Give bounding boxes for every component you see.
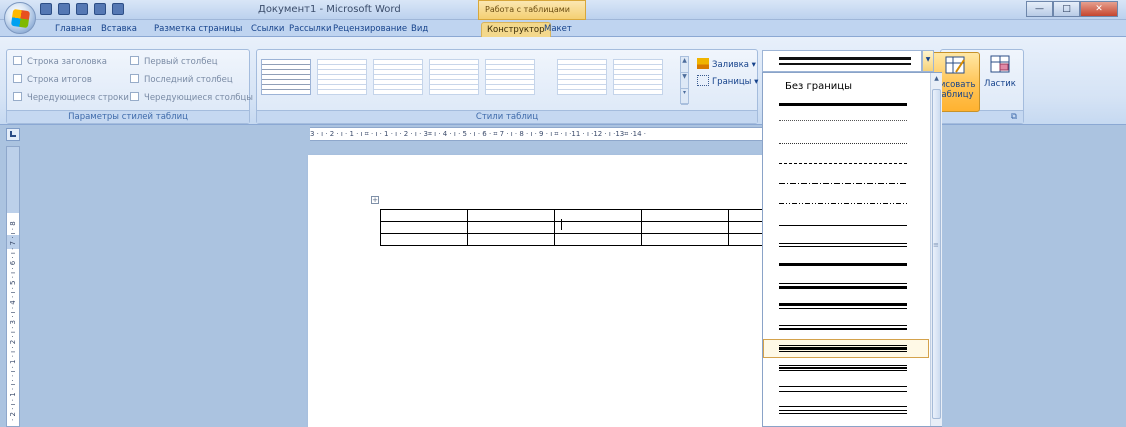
table-styles-group: ▲ ▼ ▾ Заливка ▾ Границы ▾ Стили таблиц <box>256 49 758 124</box>
table-style-thumb[interactable] <box>613 59 663 95</box>
borders-icon <box>697 75 709 86</box>
tab-view[interactable]: Вид <box>406 22 433 37</box>
save-icon[interactable] <box>40 3 52 15</box>
banded-rows-checkbox[interactable]: Чередующиеся строки <box>13 92 129 103</box>
scroll-thumb[interactable] <box>932 89 941 419</box>
tab-layout[interactable]: Макет <box>539 22 577 37</box>
office-logo-icon <box>10 8 31 29</box>
tab-references[interactable]: Ссылки <box>246 22 289 37</box>
office-button[interactable] <box>4 2 36 34</box>
vertical-ruler[interactable]: · 2 · ı · 1 · ı · · ı · 1 · ı · 2 · ı · … <box>6 146 20 427</box>
title-bar: Документ1 - Microsoft Word Работа с табл… <box>0 0 1126 20</box>
tab-home[interactable]: Главная <box>50 22 97 37</box>
redo-icon[interactable] <box>76 3 88 15</box>
header-row-checkbox[interactable]: Строка заголовка <box>13 56 107 67</box>
line-style-dropdown-arrow[interactable]: ▼ <box>922 50 934 72</box>
print-preview-icon[interactable] <box>94 3 106 15</box>
close-button[interactable]: ✕ <box>1080 1 1118 17</box>
no-border-option[interactable]: Без границы <box>785 81 852 92</box>
tab-page-layout[interactable]: Разметка страницы <box>149 22 247 37</box>
tab-selector[interactable] <box>6 128 20 141</box>
eraser-button[interactable]: Ластик <box>982 52 1018 112</box>
table-style-thumb[interactable] <box>485 59 535 95</box>
table-icon[interactable] <box>112 3 124 15</box>
table-style-options-group: Строка заголовка Первый столбец Строка и… <box>6 49 253 124</box>
shading-button[interactable]: Заливка ▾ <box>697 58 756 70</box>
window-controls: — □ ✕ <box>1026 1 1118 17</box>
table-style-thumb[interactable] <box>373 59 423 95</box>
borders-button[interactable]: Границы ▾ <box>697 75 758 87</box>
table-move-handle[interactable]: + <box>371 196 379 204</box>
last-column-checkbox[interactable]: Последний столбец <box>130 74 233 85</box>
pencil-table-icon <box>945 56 965 74</box>
tab-insert[interactable]: Вставка <box>96 22 142 37</box>
banded-columns-checkbox[interactable]: Чередующиеся столбцы <box>130 92 253 103</box>
group-label: Параметры стилей таблиц <box>7 110 249 123</box>
document-table[interactable] <box>380 209 816 246</box>
paint-bucket-icon <box>697 58 709 69</box>
ribbon-tabs: Главная Вставка Разметка страницы Ссылки… <box>0 20 1126 37</box>
quick-access-toolbar <box>40 3 124 15</box>
first-column-checkbox[interactable]: Первый столбец <box>130 56 217 67</box>
dialog-launcher-icon[interactable]: ⧉ <box>1011 111 1017 123</box>
table-style-thumb[interactable] <box>557 59 607 95</box>
line-style-selector[interactable] <box>762 50 922 72</box>
dropdown-scrollbar[interactable]: ▲ ≡ <box>930 73 942 426</box>
total-row-checkbox[interactable]: Строка итогов <box>13 74 92 85</box>
border-style-dropdown: Без границы ▲ ≡ <box>762 72 942 427</box>
gallery-scroll[interactable]: ▲ ▼ ▾ <box>680 56 689 105</box>
tab-review[interactable]: Рецензирование <box>328 22 412 37</box>
horizontal-ruler[interactable]: 3 · ı · 2 · ı · 1 · ı ⌗ · ı · 1 · ı · 2 … <box>310 127 830 141</box>
maximize-button[interactable]: □ <box>1053 1 1080 17</box>
scroll-up-icon[interactable]: ▲ <box>932 75 941 82</box>
table-style-thumb[interactable] <box>429 59 479 95</box>
window-title: Документ1 - Microsoft Word <box>258 4 401 15</box>
eraser-icon <box>990 55 1010 73</box>
table-style-thumb[interactable] <box>261 59 311 95</box>
text-cursor <box>561 219 562 230</box>
scroll-grip-icon: ≡ <box>933 241 939 249</box>
group-label: Стили таблиц <box>257 110 757 123</box>
table-tools-context-tab: Работа с таблицами <box>478 0 586 20</box>
undo-icon[interactable] <box>58 3 70 15</box>
table-style-thumb[interactable] <box>317 59 367 95</box>
minimize-button[interactable]: — <box>1026 1 1053 17</box>
